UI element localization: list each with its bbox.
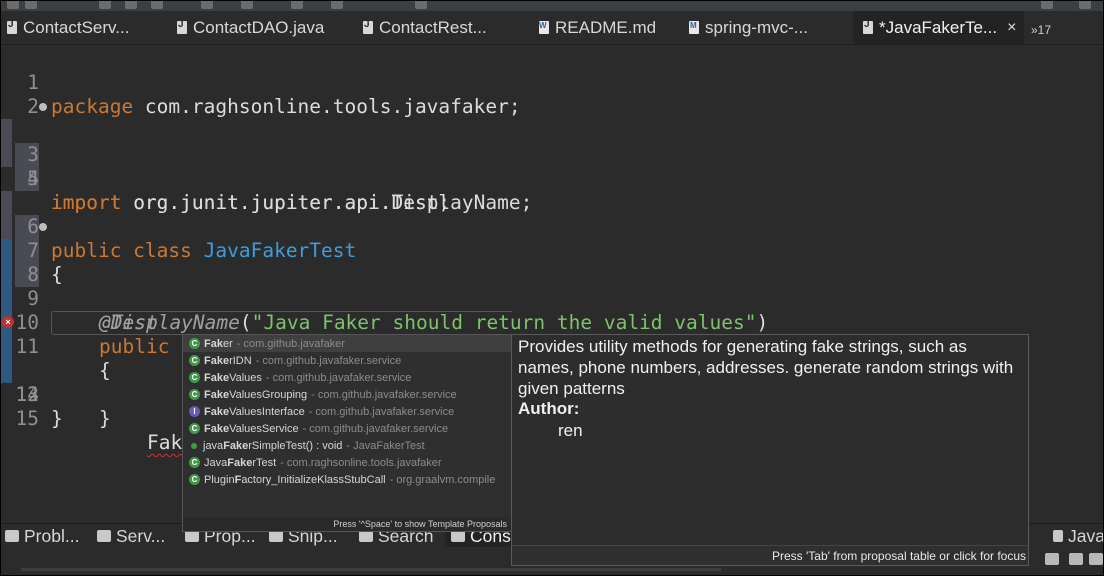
doc-author: ren bbox=[558, 421, 583, 440]
editor-tab[interactable]: ContactRest... bbox=[363, 11, 487, 44]
proposal-item[interactable]: C Fake rIDN - com.github.javafaker.servic… bbox=[183, 352, 513, 369]
fold-toggle-icon[interactable] bbox=[39, 223, 47, 231]
markdown-file-icon bbox=[539, 21, 549, 34]
close-icon[interactable]: × bbox=[1007, 19, 1016, 37]
line-number: 15 bbox=[15, 407, 39, 430]
doc-author-label: Author: bbox=[518, 399, 580, 418]
class-icon: C bbox=[189, 457, 200, 468]
class-icon: C bbox=[189, 372, 200, 383]
interface-icon: I bbox=[189, 406, 200, 417]
search-icon[interactable] bbox=[1041, 1, 1053, 9]
code-text: Fak bbox=[147, 431, 183, 454]
class-icon: C bbox=[189, 389, 200, 400]
proposal-item[interactable]: java Fake rSimpleTest() : void - JavaFaker… bbox=[183, 437, 513, 454]
tab-overflow-indicator[interactable]: »17 bbox=[1031, 23, 1051, 37]
proposal-item[interactable]: I Fake ValuesInterface - com.github.javaf… bbox=[183, 403, 513, 420]
minimize-icon[interactable] bbox=[1069, 553, 1083, 565]
doc-description: Provides utility methods for generating … bbox=[518, 337, 1014, 398]
editor-tab[interactable]: ContactDAO.java bbox=[177, 11, 324, 44]
toolbar-button-icon[interactable] bbox=[291, 1, 303, 9]
java-file-icon bbox=[363, 19, 373, 34]
tab-label: README.md bbox=[555, 17, 657, 37]
code-line: 7 { bbox=[1, 191, 1103, 286]
editor-tab[interactable]: ContactServ... bbox=[7, 11, 129, 44]
view-toolbar bbox=[1031, 547, 1103, 575]
code-line: 1 package com.raghsonline.tools.javafake… bbox=[1, 47, 1103, 118]
code-line: 5 bbox=[1, 143, 1103, 190]
editor-tab-bar: ContactServ... ContactDAO.java ContactRe… bbox=[1, 11, 1103, 45]
toolbar-button-icon[interactable] bbox=[125, 1, 137, 9]
maximize-icon[interactable] bbox=[1089, 553, 1103, 565]
tab-servers[interactable]: Serv... bbox=[97, 524, 165, 548]
toolbar-button-icon[interactable] bbox=[241, 1, 253, 9]
tab-label: ContactRest... bbox=[379, 17, 487, 37]
proposal-item[interactable]: C Fake ValuesService - com.github.javafak… bbox=[183, 420, 513, 437]
doc-focus-hint: Press 'Tab' from proposal table or click… bbox=[512, 545, 1028, 565]
class-icon: C bbox=[189, 355, 200, 366]
class-icon: C bbox=[189, 423, 200, 434]
toolbar-button-icon[interactable] bbox=[331, 1, 343, 9]
proposal-item[interactable]: C Fake ValuesGrouping - com.github.javafa… bbox=[183, 386, 513, 403]
proposal-item[interactable]: C Fake Values - com.github.javafaker.serv… bbox=[183, 369, 513, 386]
tab-label: spring-mvc-... bbox=[705, 17, 808, 37]
code-line: 8 @Test bbox=[1, 215, 1103, 334]
code-line-current: × 12 Fak bbox=[1, 311, 1103, 455]
code-line: 6 public class JavaFakerTest bbox=[1, 167, 1103, 262]
content-assist-popup[interactable]: C Fak er - com.github.javafaker C Fake rID… bbox=[182, 334, 514, 532]
method-icon bbox=[191, 442, 197, 449]
tab-label: ContactDAO.java bbox=[193, 17, 325, 37]
toolbar-button-icon[interactable] bbox=[7, 1, 19, 9]
class-icon: C bbox=[189, 338, 200, 349]
maven-pom-icon bbox=[689, 21, 699, 34]
java-file-icon bbox=[7, 19, 17, 34]
tab-label: *JavaFakerTe... bbox=[879, 17, 998, 37]
java-file-icon bbox=[177, 19, 187, 34]
main-toolbar bbox=[1, 1, 1103, 11]
java-file-icon bbox=[863, 19, 873, 34]
code-text: } bbox=[99, 407, 111, 430]
code-line: 10 public void javaFakerSimpleTest() bbox=[1, 263, 1103, 358]
class-icon: C bbox=[189, 474, 200, 485]
proposal-item[interactable]: C Fak er - com.github.javafaker bbox=[183, 335, 513, 352]
current-line-highlight bbox=[51, 311, 512, 335]
error-icon[interactable]: × bbox=[2, 316, 14, 328]
editor-tab-active[interactable]: *JavaFakerTe... × bbox=[853, 11, 1025, 44]
eclipse-window: ContactServ... ContactDAO.java ContactRe… bbox=[0, 0, 1104, 576]
toolbar-button-icon[interactable] bbox=[25, 1, 37, 9]
toolbar-button-icon[interactable] bbox=[99, 1, 111, 9]
problems-icon bbox=[5, 530, 19, 542]
javadoc-icon bbox=[1053, 530, 1063, 542]
editor-tab[interactable]: README.md bbox=[539, 11, 656, 44]
code-line: 3 import org.junit.jupiter.api.DisplayNa… bbox=[1, 95, 1103, 214]
perspective-icon[interactable] bbox=[1079, 1, 1091, 9]
tab-javadoc[interactable]: Java bbox=[1053, 524, 1103, 548]
proposal-item[interactable]: C Plugin Factory_InitializeKlassStubCall … bbox=[183, 471, 513, 488]
javadoc-hover-popup[interactable]: Provides utility methods for generating … bbox=[511, 334, 1029, 566]
toolbar-button-icon[interactable] bbox=[415, 1, 427, 9]
tab-problems[interactable]: Probl... bbox=[5, 524, 79, 548]
code-line: 2 bbox=[1, 71, 1103, 118]
tab-label: ContactServ... bbox=[23, 17, 130, 37]
code-line: 4 import org.junit.jupiter.api.Test; bbox=[1, 119, 1103, 214]
editor-tab[interactable]: spring-mvc-... bbox=[689, 11, 808, 44]
toolbar-button-icon[interactable] bbox=[201, 1, 213, 9]
fold-toggle-icon[interactable] bbox=[39, 103, 47, 111]
servers-icon bbox=[97, 530, 111, 542]
template-proposals-hint: Press '^Space' to show Template Proposal… bbox=[183, 517, 513, 531]
toolbar-button-icon[interactable] bbox=[151, 1, 163, 9]
proposal-item[interactable]: C Java Fake rTest - com.raghsonline.tools.… bbox=[183, 454, 513, 471]
code-line: 9 @DisplayName("Java Faker should return… bbox=[1, 239, 1103, 334]
view-menu-icon[interactable] bbox=[1045, 553, 1059, 565]
code-line: 11 { bbox=[1, 287, 1103, 382]
